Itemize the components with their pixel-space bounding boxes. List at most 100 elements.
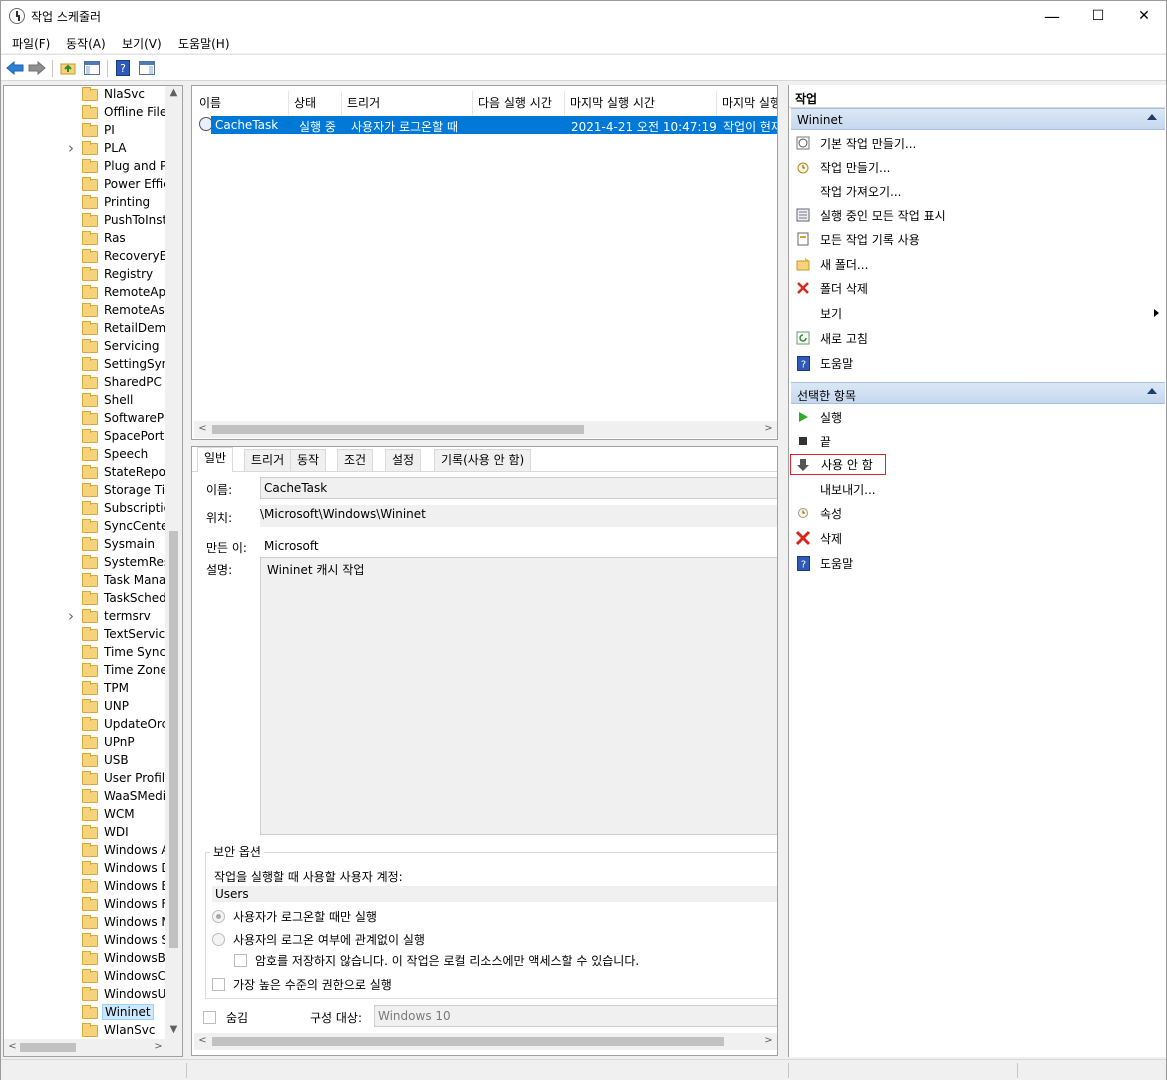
- scroll-up-icon[interactable]: ▲: [165, 87, 182, 98]
- tree-item[interactable]: TaskSchedu: [4, 590, 174, 608]
- tree-item[interactable]: RetailDemo: [4, 320, 174, 338]
- tree-item[interactable]: PI: [4, 122, 168, 140]
- action-item-b-6[interactable]: ? 도움말: [789, 552, 1167, 574]
- scroll-right-icon[interactable]: >: [760, 1035, 777, 1046]
- checkbox-highest-privileges[interactable]: [212, 978, 225, 991]
- tree-item[interactable]: UpdateOrch: [4, 716, 176, 734]
- scroll-left-icon[interactable]: <: [194, 1035, 211, 1046]
- tree-item[interactable]: USB: [4, 752, 168, 770]
- action-item-a-4[interactable]: 모든 작업 기록 사용: [789, 228, 1167, 250]
- action-item-a-0[interactable]: 기본 작업 만들기...: [789, 132, 1167, 154]
- scroll-right-icon[interactable]: >: [760, 423, 777, 434]
- column-header-next-run[interactable]: 다음 실행 시간: [473, 91, 565, 115]
- tree-item[interactable]: SharedPC: [4, 374, 168, 392]
- column-header-last-result[interactable]: 마지막 실행: [717, 91, 777, 115]
- tree-item[interactable]: Time Synch: [4, 644, 174, 662]
- name-field[interactable]: CacheTask: [260, 477, 777, 499]
- table-row[interactable]: CacheTask 실행 중 사용자가 로그온할 때 2021-4-21 오전 …: [211, 116, 777, 134]
- tree-item[interactable]: TextService: [4, 626, 173, 644]
- tree-item[interactable]: UNP: [4, 698, 168, 716]
- tree-item[interactable]: SettingSync: [4, 356, 176, 374]
- tree-hscrollbar[interactable]: < >: [4, 1039, 182, 1056]
- column-header-name[interactable]: 이름: [194, 91, 289, 115]
- tree-item[interactable]: Time Zone: [4, 662, 168, 680]
- tree-item[interactable]: SyncCenter: [4, 518, 173, 536]
- tree-item[interactable]: Windows D: [4, 860, 171, 878]
- hscroll-thumb[interactable]: [212, 425, 584, 434]
- action-item-a-3[interactable]: 실행 중인 모든 작업 표시: [789, 204, 1167, 226]
- minimize-button[interactable]: —: [1029, 1, 1075, 31]
- scroll-left-icon[interactable]: <: [4, 1041, 21, 1052]
- show-hide-action-pane-icon[interactable]: [138, 59, 156, 77]
- tree-item[interactable]: Windows S: [4, 932, 169, 950]
- scroll-left-icon[interactable]: <: [194, 423, 211, 434]
- tree-item[interactable]: WCM: [4, 806, 168, 824]
- hscroll-thumb[interactable]: [20, 1043, 76, 1052]
- tree-item[interactable]: WaaSMedic: [4, 788, 173, 806]
- column-header-trigger[interactable]: 트리거: [342, 91, 473, 115]
- menu-file[interactable]: 파일(F): [12, 35, 50, 52]
- action-item-a-8[interactable]: 새로 고침: [789, 327, 1167, 349]
- tree-item[interactable]: Registry: [4, 266, 168, 284]
- tree-item[interactable]: Shell: [4, 392, 168, 410]
- tab-history[interactable]: 기록(사용 안 함): [434, 449, 532, 471]
- tree-item[interactable]: WDI: [4, 824, 168, 842]
- tree-item[interactable]: Windows M: [4, 914, 172, 932]
- menu-help[interactable]: 도움말(H): [178, 35, 230, 52]
- tree-item[interactable]: RecoveryEn: [4, 248, 175, 266]
- tree-item[interactable]: RemoteAss: [4, 302, 171, 320]
- tree-item[interactable]: SpacePort: [4, 428, 168, 446]
- tree-item[interactable]: WindowsUp: [4, 986, 174, 1004]
- tree-item[interactable]: Ras: [4, 230, 168, 248]
- tree-item[interactable]: Sysmain: [4, 536, 168, 554]
- tree-item[interactable]: Speech: [4, 446, 168, 464]
- tree-item[interactable]: NlaSvc: [4, 86, 168, 104]
- tree-item[interactable]: TPM: [4, 680, 168, 698]
- collapse-icon[interactable]: [1147, 114, 1157, 120]
- tree-item[interactable]: › PLA: [4, 139, 168, 158]
- action-item-a-1[interactable]: 작업 만들기...: [789, 156, 1167, 178]
- help-icon[interactable]: ?: [114, 59, 132, 77]
- action-item-a-5[interactable]: 새 폴더...: [789, 253, 1167, 275]
- tree-item[interactable]: StateRepos: [4, 464, 172, 482]
- checkbox-hidden[interactable]: [203, 1011, 216, 1024]
- action-item-a-9[interactable]: ? 도움말: [789, 352, 1167, 374]
- action-item-b-5[interactable]: 삭제: [789, 527, 1167, 549]
- close-button[interactable]: ✕: [1121, 1, 1167, 31]
- section-header-selected-item[interactable]: 선택한 항목: [791, 382, 1165, 404]
- tab-conditions[interactable]: 조건: [337, 449, 374, 471]
- detail-hscrollbar[interactable]: < >: [194, 1033, 777, 1050]
- tree-item[interactable]: Offline Files: [4, 104, 174, 122]
- scroll-right-icon[interactable]: >: [150, 1041, 167, 1052]
- hscroll-thumb[interactable]: [212, 1037, 724, 1046]
- tree-item[interactable]: WindowsBa: [4, 950, 173, 968]
- configure-for-select[interactable]: Windows 10: [374, 1005, 777, 1027]
- tree-item[interactable]: Windows A: [4, 842, 170, 860]
- tree-item[interactable]: Subscriptio: [4, 500, 171, 518]
- tab-general[interactable]: 일반: [197, 447, 234, 472]
- action-item-a-2[interactable]: 작업 가져오기...: [789, 180, 1167, 202]
- action-item-b-4[interactable]: 속성: [789, 502, 1167, 524]
- tree-item[interactable]: SystemRest: [4, 554, 175, 572]
- tree-item[interactable]: WindowsCo: [4, 968, 173, 986]
- tree-item[interactable]: PushToInsta: [4, 212, 175, 230]
- column-header-status[interactable]: 상태: [289, 91, 342, 115]
- maximize-button[interactable]: ☐: [1075, 1, 1121, 31]
- tree-item[interactable]: User Profile: [4, 770, 172, 788]
- action-item-b-0[interactable]: 실행: [789, 406, 1167, 428]
- tree-item[interactable]: Windows F: [4, 896, 168, 914]
- action-item-a-6[interactable]: 폴더 삭제: [789, 277, 1167, 299]
- back-arrow-icon[interactable]: [6, 59, 24, 77]
- tree-item[interactable]: Storage Tie: [4, 482, 172, 500]
- action-item-b-1[interactable]: 끝: [789, 430, 1167, 452]
- forward-arrow-icon[interactable]: [28, 59, 46, 77]
- tree-item[interactable]: Servicing: [4, 338, 168, 356]
- task-list-hscrollbar[interactable]: < >: [194, 421, 777, 438]
- tree-item[interactable]: Printing: [4, 194, 168, 212]
- column-header-last-run[interactable]: 마지막 실행 시간: [565, 91, 717, 115]
- radio-logon-only[interactable]: [212, 910, 225, 923]
- tab-triggers[interactable]: 트리거: [244, 449, 292, 471]
- description-field[interactable]: Wininet 캐시 작업: [260, 557, 777, 835]
- chevron-right-icon[interactable]: ›: [68, 607, 74, 625]
- menu-view[interactable]: 보기(V): [122, 35, 162, 52]
